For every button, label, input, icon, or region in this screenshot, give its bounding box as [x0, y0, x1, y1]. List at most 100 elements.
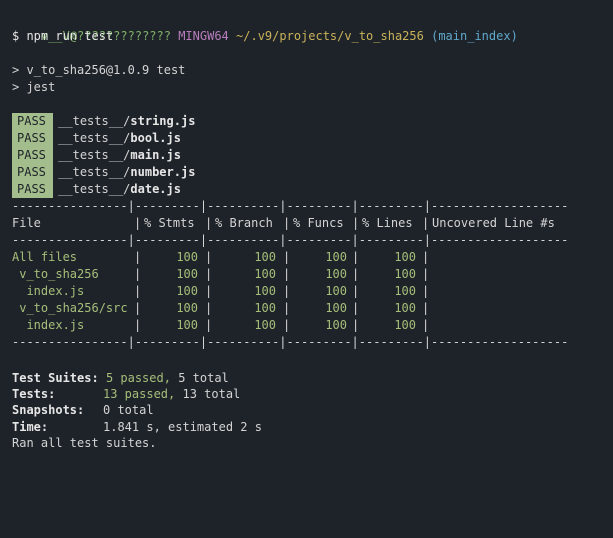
pass-badge: PASS — [17, 148, 46, 162]
header-uncovered: Uncovered Line #s — [432, 216, 555, 230]
col-divider: | — [283, 301, 291, 315]
pass-badge: PASS — [17, 114, 46, 128]
test-file-dir: __tests__/ — [58, 114, 131, 128]
col-divider: | — [205, 267, 213, 281]
header-funcs: % Funcs — [293, 216, 344, 230]
cell-file: v_to_sha256/src — [12, 301, 128, 315]
cell-file: index.js — [12, 318, 85, 332]
col-divider: | — [352, 216, 360, 230]
col-divider: | — [352, 250, 360, 264]
cell-funcs: 100 — [325, 318, 347, 332]
summary-tests: Tests: 13 passed, 13 total — [12, 386, 602, 403]
script-line: > v_to_sha256@1.0.9 test — [12, 63, 186, 77]
test-file-name: main.js — [130, 148, 181, 162]
cell-branch: 100 — [254, 267, 276, 281]
cell-lines: 100 — [394, 284, 416, 298]
col-divider: | — [283, 216, 291, 230]
summary-total: 5 total — [178, 371, 229, 385]
terminal-window[interactable]: v__V@????????????? MINGW64 ~/.v9/project… — [0, 0, 613, 462]
summary-snapshots: Snapshots: 0 total — [12, 402, 602, 419]
col-divider: | — [134, 250, 142, 264]
test-file-dir: __tests__/ — [58, 182, 131, 196]
header-stmts: % Stmts — [144, 216, 195, 230]
test-result-row: PASS __tests__/date.js — [12, 181, 181, 198]
cell-stmts: 100 — [176, 301, 198, 315]
summary-passed: 13 passed, — [103, 387, 176, 401]
summary-tests-values: 13 passed, 13 total — [103, 386, 240, 403]
cell-branch: 100 — [254, 318, 276, 332]
cell-stmts: 100 — [176, 284, 198, 298]
test-file-name: bool.js — [130, 131, 181, 145]
col-divider: | — [134, 284, 142, 298]
cell-funcs: 100 — [325, 301, 347, 315]
cell-file: index.js — [12, 284, 85, 298]
col-divider: | — [422, 318, 430, 332]
cell-branch: 100 — [254, 284, 276, 298]
col-divider: | — [205, 216, 213, 230]
summary-label: Snapshots: — [12, 403, 85, 417]
col-divider: | — [134, 216, 142, 230]
cell-lines: 100 — [394, 318, 416, 332]
test-file-name: date.js — [130, 182, 181, 196]
cell-stmts: 100 — [176, 318, 198, 332]
col-divider: | — [283, 284, 291, 298]
col-divider: | — [134, 301, 142, 315]
table-row: v_to_sha256/src | 100 | 100 | 100 | 100 … — [12, 300, 602, 317]
summary-ran: Ran all test suites. — [12, 436, 157, 450]
table-separator: ----------------|---------|----------|--… — [12, 335, 569, 349]
col-divider: | — [422, 284, 430, 298]
cell-funcs: 100 — [325, 284, 347, 298]
pass-badge: PASS — [17, 131, 46, 145]
col-divider: | — [422, 250, 430, 264]
cell-funcs: 100 — [325, 250, 347, 264]
col-divider: | — [352, 284, 360, 298]
col-divider: | — [283, 267, 291, 281]
col-divider: | — [422, 216, 430, 230]
command-line: $ npm run test — [12, 29, 114, 43]
col-divider: | — [352, 318, 360, 332]
pass-badge: PASS — [17, 165, 46, 179]
table-row: All files | 100 | 100 | 100 | 100 | — [12, 249, 602, 266]
summary-value: 1.841 s, estimated 2 s — [103, 420, 262, 434]
summary-time: Time: 1.841 s, estimated 2 s — [12, 419, 602, 436]
prompt-system: MINGW64 — [178, 29, 229, 43]
test-file-name: string.js — [130, 114, 196, 128]
cell-lines: 100 — [394, 267, 416, 281]
col-divider: | — [205, 318, 213, 332]
header-file: File — [12, 216, 41, 230]
col-divider: | — [422, 267, 430, 281]
col-divider: | — [205, 301, 213, 315]
col-divider: | — [422, 301, 430, 315]
col-divider: | — [134, 318, 142, 332]
table-row: index.js | 100 | 100 | 100 | 100 | — [12, 283, 602, 300]
cell-lines: 100 — [394, 301, 416, 315]
test-file-dir: __tests__/ — [58, 148, 131, 162]
shell-prompt: v__V@????????????? MINGW64 ~/.v9/project… — [12, 11, 518, 43]
table-separator: ----------------|---------|----------|--… — [12, 233, 569, 247]
table-header-row: File | % Stmts | % Branch | % Funcs | % … — [12, 215, 602, 232]
cell-file: All files — [12, 250, 78, 264]
script-line: > jest — [12, 80, 56, 94]
summary-label: Tests: — [12, 387, 56, 401]
cell-file: v_to_sha256 — [12, 267, 99, 281]
test-file-dir: __tests__/ — [58, 165, 131, 179]
test-result-row: PASS __tests__/bool.js — [12, 130, 181, 147]
cell-branch: 100 — [254, 250, 276, 264]
test-result-row: PASS __tests__/main.js — [12, 147, 181, 164]
table-row: index.js | 100 | 100 | 100 | 100 | — [12, 317, 602, 334]
summary-label: Time: — [12, 420, 49, 434]
pass-badge: PASS — [17, 182, 46, 196]
header-branch: % Branch — [215, 216, 273, 230]
col-divider: | — [134, 267, 142, 281]
summary-label: Test Suites: — [12, 371, 99, 385]
prompt-branch: (main_index) — [431, 29, 518, 43]
table-row: v_to_sha256 | 100 | 100 | 100 | 100 | — [12, 266, 602, 283]
test-result-row: PASS __tests__/number.js — [12, 164, 195, 181]
cell-branch: 100 — [254, 301, 276, 315]
prompt-path: ~/.v9/projects/v_to_sha256 — [236, 29, 424, 43]
col-divider: | — [283, 318, 291, 332]
cell-stmts: 100 — [176, 250, 198, 264]
col-divider: | — [352, 301, 360, 315]
test-file-name: number.js — [130, 165, 196, 179]
test-file-dir: __tests__/ — [58, 131, 131, 145]
